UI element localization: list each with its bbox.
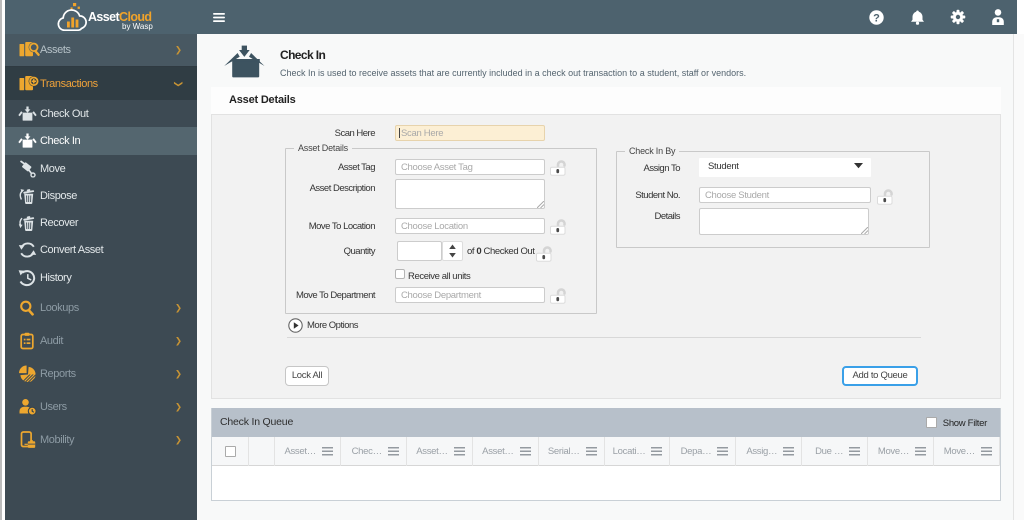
svg-text:?: ? — [873, 12, 880, 24]
